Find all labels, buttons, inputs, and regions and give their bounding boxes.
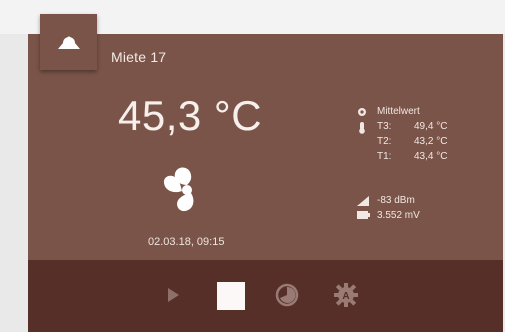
- temperature-value: 45,3 °C: [118, 92, 263, 139]
- sensor-value: 49,4 °C: [414, 121, 448, 132]
- battery-voltage: 3.552 mV: [377, 210, 420, 221]
- signal-icon: [357, 196, 369, 206]
- sensor-value: 43,4 °C: [414, 151, 448, 162]
- device-card: A: [28, 34, 503, 332]
- fan-button[interactable]: [158, 161, 216, 219]
- cloud-icon: [57, 36, 80, 49]
- sensor-label: T2:: [377, 136, 392, 147]
- fan-icon: [163, 167, 194, 212]
- mode-label: Mittelwert: [377, 106, 420, 117]
- sensor-row: T1: 43,4 °C: [357, 151, 477, 165]
- thermometer-icon: [359, 122, 365, 134]
- signal-strength: -83 dBm: [377, 195, 415, 206]
- settings-button[interactable]: A: [332, 281, 360, 309]
- sensor-value: 43,2 °C: [414, 136, 448, 147]
- stop-button[interactable]: [216, 281, 245, 310]
- sensor-label: T3:: [377, 121, 392, 132]
- play-icon: [168, 288, 179, 302]
- stop-icon: [216, 281, 245, 310]
- history-icon: [275, 283, 299, 307]
- sensor-row: T2: 43,2 °C: [357, 136, 477, 150]
- device-name: Miete 17: [111, 49, 167, 65]
- sensor-row: T3: 49,4 °C: [357, 121, 477, 135]
- gear-icon: A: [334, 283, 358, 307]
- control-bar: A: [28, 260, 503, 332]
- signal-row: -83 dBm: [357, 195, 447, 209]
- play-button[interactable]: [162, 284, 184, 306]
- device-type-badge[interactable]: [40, 14, 97, 70]
- circle-dot-icon: [358, 108, 366, 116]
- battery-row: 3.552 mV: [357, 210, 447, 224]
- battery-icon: [357, 211, 370, 219]
- timestamp: 02.03.18, 09:15: [148, 236, 225, 248]
- sensor-label: T1:: [377, 151, 392, 162]
- history-button[interactable]: [273, 281, 301, 309]
- mode-row: Mittelwert: [357, 106, 477, 120]
- svg-text:A: A: [342, 291, 349, 302]
